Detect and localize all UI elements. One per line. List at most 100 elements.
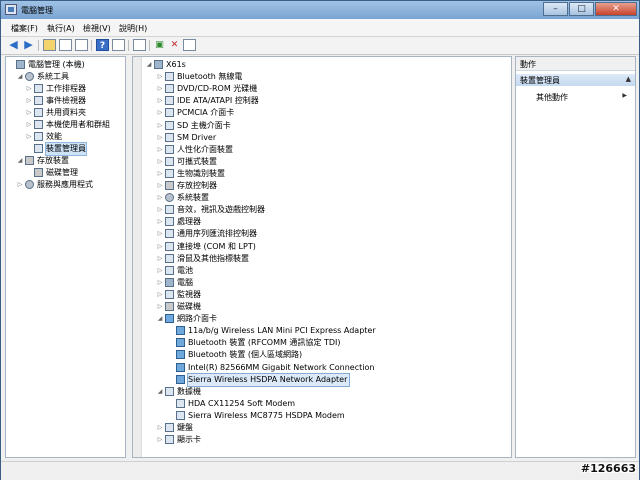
maximize-button[interactable]: □ xyxy=(569,2,594,16)
expand-arrow-icon[interactable]: ▷ xyxy=(156,107,164,119)
device_tree-item[interactable]: ▷ SM Driver xyxy=(156,132,216,144)
expand-arrow-icon[interactable]: ▷ xyxy=(156,289,164,301)
device_tree-item[interactable]: Sierra Wireless MC8775 HSDPA Modem xyxy=(167,410,345,422)
expand-arrow-icon[interactable]: ▷ xyxy=(156,253,164,265)
device_tree-item[interactable]: ▷ 鍵盤 xyxy=(156,422,193,434)
expand-arrow-icon[interactable]: ▷ xyxy=(156,95,164,107)
back-arrow-icon[interactable]: ◀ xyxy=(7,39,20,51)
left_tree-item[interactable]: ▷ 事件檢視器 xyxy=(25,95,86,107)
device_tree-item[interactable]: ▷ 通用序列匯流排控制器 xyxy=(156,228,257,240)
device_tree-item[interactable]: ▷ 存放控制器 xyxy=(156,180,217,192)
menu-help[interactable]: 說明(H) xyxy=(119,23,147,34)
device_tree-item[interactable]: HDA CX11254 Soft Modem xyxy=(167,398,295,410)
console-tree-icon[interactable] xyxy=(59,39,72,51)
device_tree-item[interactable]: ▷ SD 主機介面卡 xyxy=(156,120,231,132)
expand-arrow-icon[interactable]: ▷ xyxy=(156,192,164,204)
disable-device-icon[interactable] xyxy=(183,39,196,51)
left_tree-item[interactable]: ▷ 效能 xyxy=(25,131,62,143)
left_tree-item[interactable]: 裝置管理員 xyxy=(25,142,87,156)
expand-arrow-icon[interactable]: ▷ xyxy=(156,83,164,95)
actions-section-device-manager[interactable]: 裝置管理員 ▲ xyxy=(516,74,635,86)
left_tree-item[interactable]: ▷ 工作排程器 xyxy=(25,83,86,95)
device_tree-item[interactable]: ▷ 系統裝置 xyxy=(156,192,209,204)
expand-arrow-icon[interactable]: ◢ xyxy=(156,313,164,325)
device_tree-item[interactable]: ▷ 電池 xyxy=(156,265,193,277)
device_tree-item[interactable]: Bluetooth 裝置 (個人區域網路) xyxy=(167,349,302,361)
more-actions-link[interactable]: 其他動作 xyxy=(536,92,568,103)
device_tree-item[interactable]: ▷ DVD/CD-ROM 光碟機 xyxy=(156,83,257,95)
left_tree-item[interactable]: 磁碟管理 xyxy=(25,167,78,179)
left_tree-item[interactable]: ▷ 服務與應用程式 xyxy=(16,179,93,191)
device_tree-item[interactable]: Intel(R) 82566MM Gigabit Network Connect… xyxy=(167,362,374,374)
device_tree-item[interactable]: ▷ 連接埠 (COM 和 LPT) xyxy=(156,241,256,253)
device_tree-item[interactable]: ▷ 處理器 xyxy=(156,216,201,228)
properties-icon[interactable] xyxy=(75,39,88,51)
expand-arrow-icon[interactable]: ▷ xyxy=(25,83,33,95)
menu-view[interactable]: 檢視(V) xyxy=(83,23,111,34)
expand-arrow-icon[interactable]: ▷ xyxy=(156,168,164,180)
left_tree-item[interactable]: 電腦管理 (本機) xyxy=(7,59,85,71)
uninstall-icon[interactable]: ✕ xyxy=(168,39,181,51)
expand-arrow-icon[interactable]: ▷ xyxy=(25,107,33,119)
expand-arrow-icon[interactable]: ▷ xyxy=(156,216,164,228)
expand-arrow-icon[interactable]: ◢ xyxy=(16,71,24,83)
left_tree-item[interactable]: ◢ 存放裝置 xyxy=(16,155,69,167)
expand-arrow-icon[interactable]: ▷ xyxy=(156,71,164,83)
expand-arrow-icon[interactable]: ▷ xyxy=(156,241,164,253)
expand-arrow-icon[interactable]: ▷ xyxy=(156,144,164,156)
close-button[interactable]: ✕ xyxy=(595,2,637,16)
expand-arrow-icon[interactable]: ▷ xyxy=(156,265,164,277)
console-tree-pane[interactable]: 電腦管理 (本機) ◢ 系統工具 ▷ 工作排程器 ▷ 事件檢視器 ▷ 共用資料夾 ▷ 本機使用者和群… xyxy=(5,56,126,458)
device_tree-item[interactable]: ▷ 電腦 xyxy=(156,277,193,289)
expand-arrow-icon[interactable]: ▷ xyxy=(25,95,33,107)
expand-arrow-icon[interactable]: ▷ xyxy=(156,180,164,192)
menu-action[interactable]: 執行(A) xyxy=(47,23,75,34)
expand-arrow-icon[interactable]: ▷ xyxy=(156,156,164,168)
device_tree-item[interactable]: ▷ PCMCIA 介面卡 xyxy=(156,107,234,119)
expand-arrow-icon[interactable]: ▷ xyxy=(156,120,164,132)
device_tree-item[interactable]: ▷ 磁碟機 xyxy=(156,301,201,313)
expand-arrow-icon[interactable]: ◢ xyxy=(16,155,24,167)
device_tree-item[interactable]: ▷ 人性化介面裝置 xyxy=(156,144,233,156)
expand-arrow-icon[interactable]: ◢ xyxy=(145,59,153,71)
device_tree-item[interactable]: 11a/b/g Wireless LAN Mini PCI Express Ad… xyxy=(167,325,376,337)
up-folder-icon[interactable] xyxy=(43,39,56,51)
expand-arrow-icon[interactable]: ▷ xyxy=(156,434,164,446)
device_tree-item[interactable]: ◢ 數據機 xyxy=(156,386,201,398)
device_tree-item[interactable]: ▷ 監視器 xyxy=(156,289,201,301)
title-bar[interactable]: 電腦管理 – □ ✕ xyxy=(1,1,639,19)
left_tree-item[interactable]: ▷ 本機使用者和群組 xyxy=(25,119,110,131)
expand-arrow-icon[interactable]: ▷ xyxy=(156,132,164,144)
device_tree-item[interactable]: ▷ 顯示卡 xyxy=(156,434,201,446)
forward-arrow-icon[interactable]: ▶ xyxy=(22,39,35,51)
update-driver-icon[interactable]: ▣ xyxy=(153,39,166,51)
device-tree-pane[interactable]: ◢ X61s ▷ Bluetooth 無線電 ▷ DVD/CD-ROM 光碟機 ▷ IDE A… xyxy=(132,56,512,458)
device_tree-item[interactable]: Sierra Wireless HSDPA Network Adapter xyxy=(167,372,351,387)
help-icon[interactable]: ? xyxy=(96,39,109,51)
device_tree-item[interactable]: ▷ 可攜式裝置 xyxy=(156,156,217,168)
left_tree-item[interactable]: ▷ 共用資料夾 xyxy=(25,107,86,119)
scan-hardware-icon[interactable] xyxy=(133,39,146,51)
expand-arrow-icon[interactable]: ▷ xyxy=(16,179,24,191)
expand-arrow-icon[interactable]: ▷ xyxy=(25,131,33,143)
device_tree-item[interactable]: ▷ 音效，視訊及遊戲控制器 xyxy=(156,204,265,216)
submenu-arrow-icon[interactable]: ▶ xyxy=(622,92,627,99)
menu-file[interactable]: 檔案(F) xyxy=(11,23,38,34)
left_tree-item[interactable]: ◢ 系統工具 xyxy=(16,71,69,83)
device_tree-item[interactable]: ▷ 生物識別裝置 xyxy=(156,168,225,180)
expand-arrow-icon[interactable]: ▷ xyxy=(25,119,33,131)
device_tree-item[interactable]: Bluetooth 裝置 (RFCOMM 通訊協定 TDI) xyxy=(167,337,341,349)
device_tree-item[interactable]: ▷ IDE ATA/ATAPI 控制器 xyxy=(156,95,259,107)
minimize-button[interactable]: – xyxy=(543,2,568,16)
expand-arrow-icon[interactable]: ◢ xyxy=(156,386,164,398)
device_tree-item[interactable]: ▷ 滑鼠及其他指標裝置 xyxy=(156,253,249,265)
device_tree-item[interactable]: ◢ 網路介面卡 xyxy=(156,313,217,325)
expand-arrow-icon[interactable]: ▷ xyxy=(156,204,164,216)
device_tree-item[interactable]: ◢ X61s xyxy=(145,59,186,71)
show-action-pane-icon[interactable] xyxy=(112,39,125,51)
expand-arrow-icon[interactable]: ▷ xyxy=(156,422,164,434)
expand-arrow-icon[interactable]: ▷ xyxy=(156,277,164,289)
expand-arrow-icon[interactable]: ▷ xyxy=(156,301,164,313)
expand-arrow-icon[interactable]: ▷ xyxy=(156,228,164,240)
device_tree-item[interactable]: ▷ Bluetooth 無線電 xyxy=(156,71,242,83)
